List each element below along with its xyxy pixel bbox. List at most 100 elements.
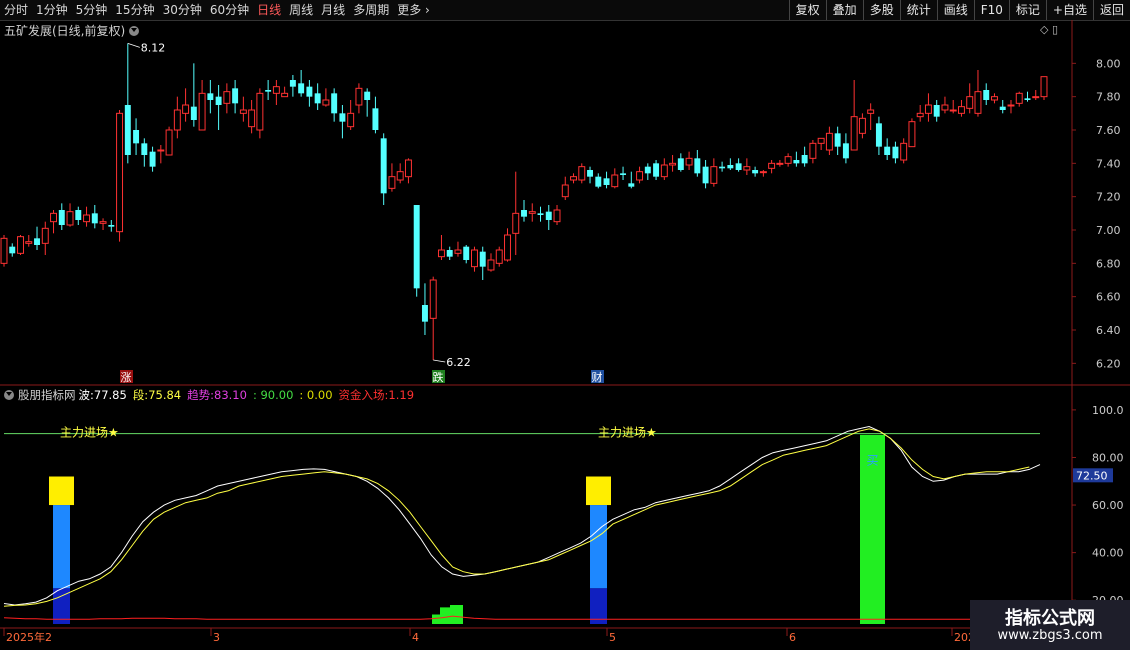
toolbar-button[interactable]: F10 bbox=[973, 0, 1009, 20]
candle-body bbox=[537, 213, 544, 215]
y-tick-label: 100.0 bbox=[1092, 404, 1124, 417]
y-tick-label: 60.00 bbox=[1092, 499, 1124, 512]
candle-body bbox=[232, 88, 239, 104]
candle-body bbox=[446, 250, 453, 257]
candle-body bbox=[256, 92, 264, 131]
toolbar-button[interactable]: 多股 bbox=[862, 0, 900, 20]
candle-body bbox=[875, 123, 882, 147]
candle-body bbox=[331, 93, 338, 114]
candle-body bbox=[809, 142, 817, 159]
candle-body bbox=[141, 143, 148, 155]
candle-body bbox=[545, 211, 552, 220]
signal-bar-darkblue bbox=[590, 588, 607, 624]
logo-title: 指标公式网 bbox=[1005, 608, 1095, 629]
candle-body bbox=[578, 166, 586, 181]
candle-body bbox=[9, 246, 16, 254]
y-tick-label: 6.80 bbox=[1096, 257, 1121, 270]
x-tick-label: 4 bbox=[412, 631, 419, 644]
candle-body bbox=[75, 210, 82, 220]
function-buttons: 复权 叠加 多股 统计 画线 F10 标记 +自选 返回 bbox=[788, 0, 1130, 20]
candle-body bbox=[801, 155, 808, 164]
y-tick-label: 7.20 bbox=[1096, 191, 1121, 204]
toolbar-button[interactable]: 统计 bbox=[899, 0, 937, 20]
candle-body bbox=[892, 146, 899, 159]
toolbar-button[interactable]: 叠加 bbox=[825, 0, 863, 20]
x-tick-label: 5 bbox=[609, 631, 616, 644]
candle-body bbox=[149, 151, 156, 167]
period-tab[interactable]: 周线 bbox=[289, 0, 313, 20]
candle-body bbox=[133, 130, 140, 144]
candle-body bbox=[759, 171, 767, 174]
high-pointer bbox=[127, 42, 140, 48]
candle-body bbox=[587, 170, 594, 177]
candle-body bbox=[248, 109, 256, 128]
period-tab[interactable]: 分时 bbox=[4, 0, 28, 20]
candle-body bbox=[50, 212, 57, 223]
candle-body bbox=[743, 166, 751, 171]
period-tab[interactable]: 5分钟 bbox=[76, 0, 108, 20]
candle-body bbox=[825, 132, 833, 151]
candle-body bbox=[265, 90, 272, 92]
candle-body bbox=[281, 92, 289, 98]
y-tick-label: 7.40 bbox=[1096, 157, 1121, 170]
candle-body bbox=[653, 163, 660, 177]
candle-body bbox=[628, 183, 635, 187]
candle-body bbox=[339, 113, 346, 122]
candle-body bbox=[91, 213, 98, 224]
period-tab[interactable]: 多周期 bbox=[353, 0, 389, 20]
x-tick-label: 2025年2 bbox=[6, 630, 52, 644]
y-tick-label: 6.40 bbox=[1096, 324, 1121, 337]
toolbar-button[interactable]: +自选 bbox=[1045, 0, 1093, 20]
candle-body bbox=[355, 87, 363, 106]
toolbar-button[interactable]: 画线 bbox=[936, 0, 974, 20]
period-tab[interactable]: 月线 bbox=[321, 0, 345, 20]
candle-body bbox=[949, 109, 957, 112]
marker-label: 涨 bbox=[121, 371, 132, 384]
toolbar-button[interactable]: 复权 bbox=[788, 0, 826, 20]
toolbar-button[interactable]: 返回 bbox=[1092, 0, 1130, 20]
y-tick-label: 80.00 bbox=[1092, 451, 1124, 464]
candle-body bbox=[924, 104, 932, 114]
period-tab[interactable]: 更多 › bbox=[397, 0, 430, 20]
candle-body bbox=[429, 279, 437, 319]
candle-body bbox=[1032, 96, 1040, 99]
candle-body bbox=[173, 109, 181, 131]
candle-body bbox=[306, 86, 313, 97]
candle-body bbox=[850, 116, 858, 151]
candle-body bbox=[41, 227, 49, 244]
candle-body bbox=[528, 211, 536, 214]
stock-chart[interactable]: 8.00 7.80 7.60 7.40 7.20 7.00 6.80 6.60 6.40 6.20… bbox=[0, 20, 1130, 650]
candle-body bbox=[421, 305, 428, 322]
y-tick-label: 6.60 bbox=[1096, 291, 1121, 304]
series-line bbox=[3, 615, 1009, 620]
candle-body bbox=[58, 210, 65, 225]
period-tab[interactable]: 1分钟 bbox=[36, 0, 68, 20]
candle-body bbox=[182, 104, 190, 114]
candle-body bbox=[504, 234, 511, 261]
signal-bar-yellow bbox=[586, 476, 611, 506]
candle-body bbox=[413, 205, 420, 289]
candle-body bbox=[289, 80, 296, 87]
candle-body bbox=[884, 146, 891, 155]
period-tab[interactable]: 日线 bbox=[257, 0, 281, 20]
y-tick-label: 40.00 bbox=[1092, 547, 1124, 560]
buy-signal-label: 买 bbox=[866, 454, 878, 468]
x-tick-label: 6 bbox=[789, 631, 796, 644]
toolbar-button[interactable]: 标记 bbox=[1008, 0, 1046, 20]
marker-label: 财 bbox=[592, 370, 603, 384]
candle-body bbox=[966, 96, 974, 109]
candle-body bbox=[727, 165, 734, 169]
candle-body bbox=[660, 164, 668, 178]
period-tab[interactable]: 60分钟 bbox=[210, 0, 249, 20]
period-tab[interactable]: 15分钟 bbox=[115, 0, 154, 20]
candle-body bbox=[215, 96, 222, 105]
candle-body bbox=[735, 163, 742, 170]
high-label: 8.12 bbox=[141, 41, 166, 54]
candle-body bbox=[908, 121, 916, 148]
candle-body bbox=[553, 209, 561, 223]
candle-body bbox=[25, 241, 33, 244]
candle-body bbox=[595, 176, 602, 187]
period-tab[interactable]: 30分钟 bbox=[163, 0, 202, 20]
candle-body bbox=[223, 91, 231, 104]
candle-body bbox=[620, 173, 627, 175]
